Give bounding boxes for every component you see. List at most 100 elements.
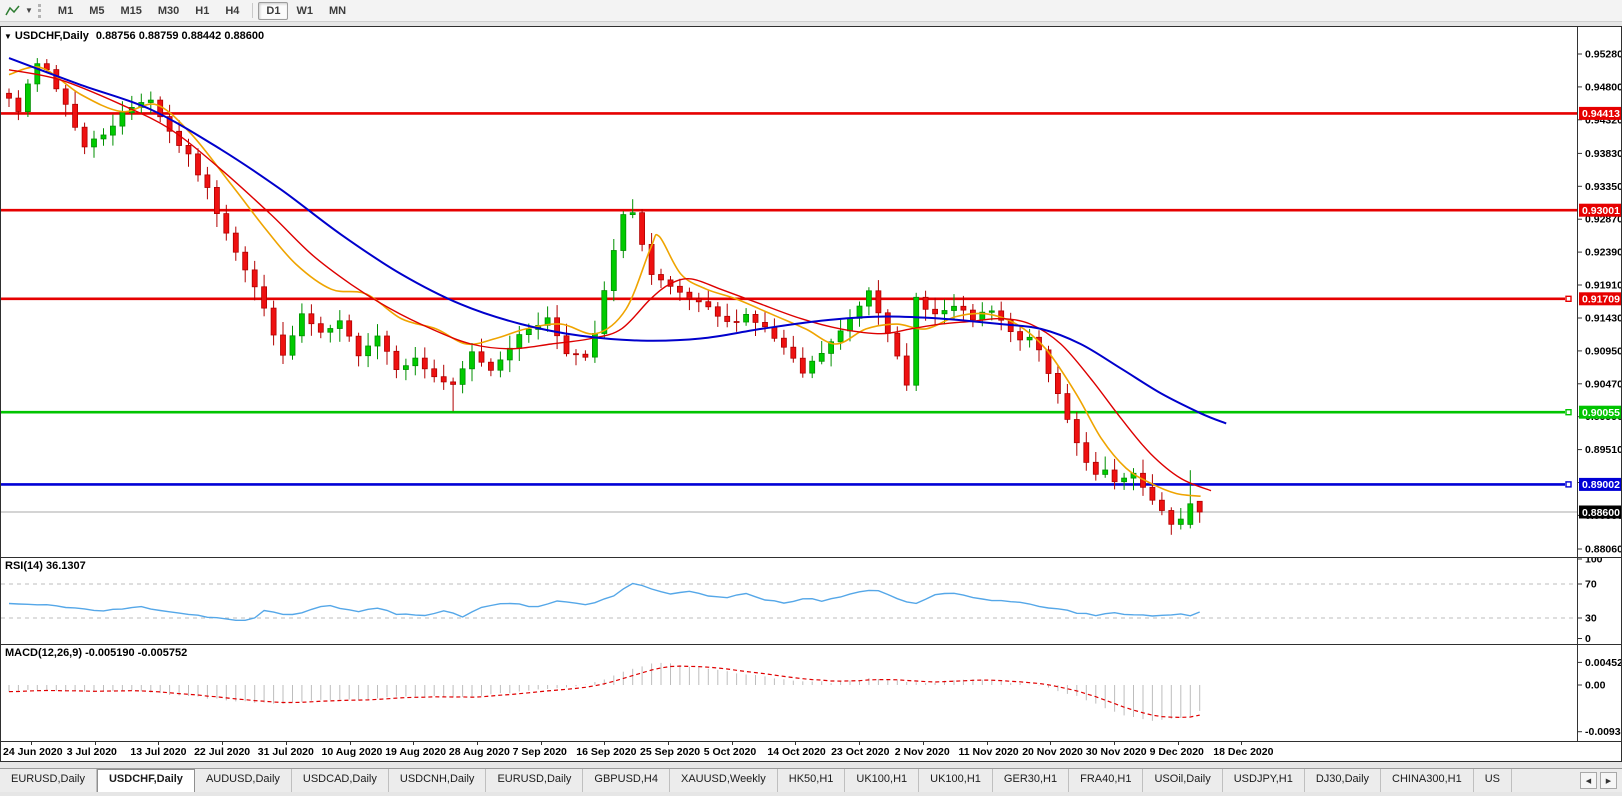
chart-tool-button[interactable]: ▼ xyxy=(4,4,33,18)
chart-tab-ger30-h1[interactable]: GER30,H1 xyxy=(993,769,1070,792)
timeframe-button-m5[interactable]: M5 xyxy=(81,2,112,20)
date-label: 22 Jul 2020 xyxy=(194,746,251,758)
chart-tab-gbpusd-h4[interactable]: GBPUSD,H4 xyxy=(583,769,670,792)
date-label: 9 Dec 2020 xyxy=(1149,746,1204,758)
chart-tab-usoil-daily[interactable]: USOil,Daily xyxy=(1143,769,1223,792)
chart-tab-dj30-daily[interactable]: DJ30,Daily xyxy=(1305,769,1382,792)
svg-text:0.89510: 0.89510 xyxy=(1585,444,1621,456)
date-tick xyxy=(31,742,32,745)
chart-symbol-period: USDCHF,Daily xyxy=(14,30,89,42)
svg-text:70: 70 xyxy=(1585,579,1597,591)
price-chart-canvas[interactable]: 0.952800.948000.943200.938300.933500.928… xyxy=(1,27,1621,557)
timeframe-button-d1[interactable]: D1 xyxy=(258,1,289,20)
toolbar-grip xyxy=(37,3,43,18)
date-label: 14 Oct 2020 xyxy=(767,746,826,758)
svg-text:0.91430: 0.91430 xyxy=(1585,313,1621,325)
date-label: 23 Oct 2020 xyxy=(831,746,890,758)
date-label: 11 Nov 2020 xyxy=(958,746,1019,758)
date-tick xyxy=(1177,742,1179,745)
svg-text:0: 0 xyxy=(1585,633,1591,644)
date-tick xyxy=(476,742,478,745)
chart-tab-usdcnh-daily[interactable]: USDCNH,Daily xyxy=(389,769,487,792)
date-label: 16 Sep 2020 xyxy=(576,746,637,758)
chart-tab-uk100-h1[interactable]: UK100,H1 xyxy=(845,769,920,792)
chart-tab-eurusd-daily[interactable]: EURUSD,Daily xyxy=(0,769,97,792)
chart-collapse-icon[interactable]: ▼ xyxy=(4,32,12,41)
date-label: 5 Oct 2020 xyxy=(703,746,757,758)
svg-text:0.93001: 0.93001 xyxy=(1582,205,1620,217)
toolbar-separator xyxy=(252,3,254,18)
chart-tab-usdjpy-h1[interactable]: USDJPY,H1 xyxy=(1223,769,1305,792)
chart-tab-fra40-h1[interactable]: FRA40,H1 xyxy=(1069,769,1144,792)
date-tick xyxy=(668,742,669,745)
chart-ohlc-values: 0.88756 0.88759 0.88442 0.88600 xyxy=(95,30,265,42)
main-chart-pane[interactable]: 0.95280 0.94800 0.94320 0.93830 0.93350 0.928… xyxy=(1,27,1621,557)
rsi-canvas[interactable]: 100 70 30 0 xyxy=(1,558,1621,644)
date-label: 19 Aug 2020 xyxy=(385,746,447,758)
date-tick xyxy=(1050,742,1052,745)
date-tick xyxy=(540,742,542,745)
timeframe-button-h1[interactable]: H1 xyxy=(187,2,217,20)
date-axis[interactable]: 24 Jun 2020 3 Jul 2020 13 Jul 2020 22 Jul 2… xyxy=(1,741,1621,761)
chart-line-tool-icon xyxy=(5,5,20,15)
tab-scroll-arrows: ◀ ▶ xyxy=(1575,769,1622,792)
svg-text:0.88060: 0.88060 xyxy=(1585,544,1621,556)
chart-tab-eurusd-daily[interactable]: EURUSD,Daily xyxy=(486,769,584,792)
chart-tab-bar: EURUSD,Daily USDCHF,Daily AUDUSD,Daily USDC… xyxy=(0,768,1622,792)
top-toolbar: ▼ M1 M5 M15 M30 H1 H4 D1 W1 MN xyxy=(0,0,1622,22)
tab-scroll-right-button[interactable]: ▶ xyxy=(1600,772,1617,789)
rsi-label: RSI(14) 36.1307 xyxy=(5,560,86,572)
date-label: 18 Dec 2020 xyxy=(1213,746,1274,758)
svg-text:0.94800: 0.94800 xyxy=(1585,81,1621,93)
svg-text:100: 100 xyxy=(1585,558,1603,566)
svg-text:0.00: 0.00 xyxy=(1585,680,1606,692)
date-label: 25 Sep 2020 xyxy=(640,746,701,758)
date-tick xyxy=(1113,742,1115,745)
svg-text:0.91910: 0.91910 xyxy=(1585,280,1621,292)
svg-text:0.004527: 0.004527 xyxy=(1585,657,1621,669)
date-tick xyxy=(349,742,351,745)
timeframe-button-w1[interactable]: W1 xyxy=(288,2,321,20)
svg-text:0.90950: 0.90950 xyxy=(1585,345,1621,357)
chart-tab-us[interactable]: US xyxy=(1474,769,1512,792)
svg-text:0.92390: 0.92390 xyxy=(1585,247,1621,259)
rsi-indicator-pane[interactable]: 100 70 30 0 RSI(14) 36.1307 xyxy=(1,557,1621,644)
date-tick xyxy=(795,742,797,745)
timeframe-button-m1[interactable]: M1 xyxy=(50,2,81,20)
date-label: 7 Sep 2020 xyxy=(512,746,567,758)
date-tick xyxy=(859,742,861,745)
timeframe-button-m15[interactable]: M15 xyxy=(112,2,149,20)
svg-text:0.95280: 0.95280 xyxy=(1585,49,1621,61)
date-tick xyxy=(986,742,988,745)
chart-tab-uk100-h1[interactable]: UK100,H1 xyxy=(919,769,993,792)
date-tick xyxy=(222,742,224,745)
svg-text:0.88600: 0.88600 xyxy=(1582,507,1620,519)
chart-tab-china300-h1[interactable]: CHINA300,H1 xyxy=(1381,769,1474,792)
svg-text:0.94413: 0.94413 xyxy=(1582,108,1620,120)
date-label: 13 Jul 2020 xyxy=(130,746,187,758)
timeframe-button-mn[interactable]: MN xyxy=(321,2,354,20)
tab-scroll-left-button[interactable]: ◀ xyxy=(1580,772,1597,789)
date-label: 10 Aug 2020 xyxy=(321,746,383,758)
timeframe-button-m30[interactable]: M30 xyxy=(150,2,187,20)
date-label: 28 Aug 2020 xyxy=(448,746,510,758)
svg-text:0.90470: 0.90470 xyxy=(1585,378,1621,390)
chart-tab-xauusd-weekly[interactable]: XAUUSD,Weekly xyxy=(670,769,778,792)
macd-indicator-pane[interactable]: 0.004527 0.00 -0.009348 MACD(12,26,9) -0.0… xyxy=(1,644,1621,741)
date-tick xyxy=(922,742,924,745)
chart-tab-usdcad-daily[interactable]: USDCAD,Daily xyxy=(292,769,389,792)
chart-tab-hk50-h1[interactable]: HK50,H1 xyxy=(778,769,846,792)
date-tick xyxy=(1241,742,1243,745)
chart-tab-usdchf-daily[interactable]: USDCHF,Daily xyxy=(96,769,195,792)
chart-tab-audusd-daily[interactable]: AUDUSD,Daily xyxy=(195,769,292,792)
date-label: 31 Jul 2020 xyxy=(257,746,314,758)
tool-dropdown-caret[interactable]: ▼ xyxy=(25,6,33,15)
chart-background xyxy=(1,27,1621,557)
svg-text:0.89002: 0.89002 xyxy=(1582,479,1620,491)
svg-text:30: 30 xyxy=(1585,613,1597,625)
macd-canvas[interactable]: 0.004527 0.00 -0.009348 xyxy=(1,645,1621,741)
date-tick xyxy=(285,742,287,745)
date-label: 2 Nov 2020 xyxy=(894,746,950,758)
date-label: 30 Nov 2020 xyxy=(1085,746,1147,758)
timeframe-button-h4[interactable]: H4 xyxy=(217,2,247,20)
